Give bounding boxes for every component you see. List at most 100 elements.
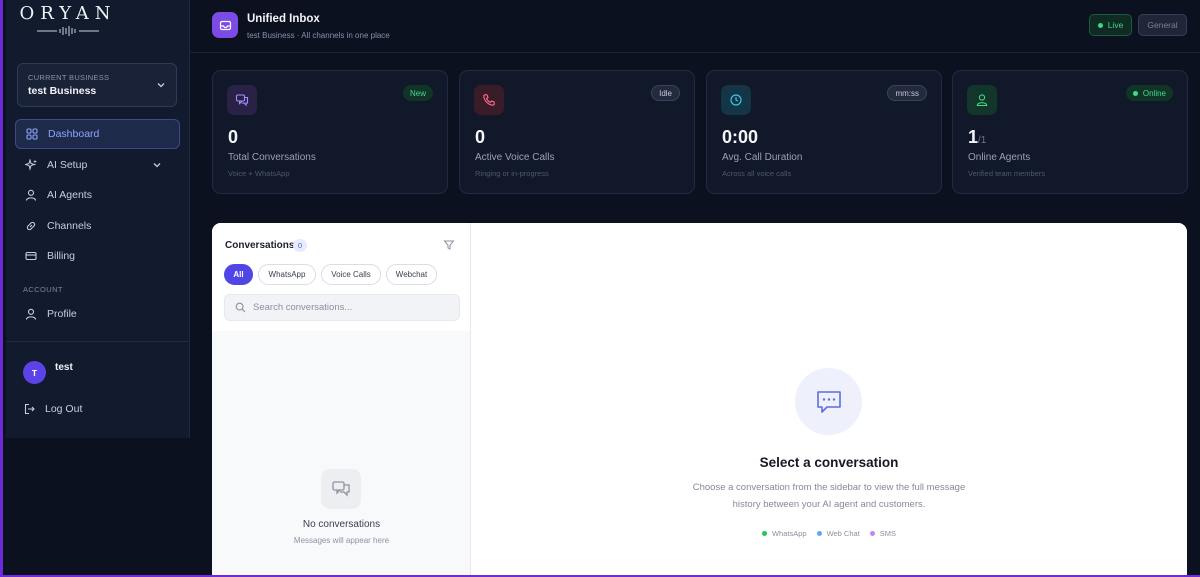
select-conversation-title: Select a conversation [759, 455, 899, 470]
logout-icon [24, 403, 35, 415]
message-bubble-icon [795, 368, 862, 435]
stat-card-total-conversations: New 0 Total Conversations Voice + WhatsA… [212, 70, 448, 194]
filter-chip-all[interactable]: All [224, 264, 253, 285]
user-name: test [55, 362, 73, 373]
legend-label: Web Chat [826, 529, 860, 538]
sidebar-item-channels[interactable]: Channels [15, 211, 180, 241]
inbox-icon [212, 12, 238, 38]
legend-item-sms: SMS [869, 529, 897, 538]
sidebar-item-dashboard[interactable]: Dashboard [15, 119, 180, 149]
search-icon [235, 302, 246, 313]
empty-chat-icon [321, 469, 361, 509]
sidebar-item-ai-setup[interactable]: AI Setup [15, 150, 180, 180]
page-title: Unified Inbox [247, 13, 320, 25]
sparkles-icon [25, 159, 37, 171]
sidebar-item-label: Dashboard [48, 128, 100, 140]
clock-icon [721, 85, 751, 115]
filter-chip-whatsapp[interactable]: WhatsApp [258, 264, 316, 285]
header-divider [190, 52, 1200, 53]
conversation-list: Conversations 0 All WhatsApp Voice Calls… [212, 223, 471, 575]
stat-sublabel: Across all voice calls [722, 169, 792, 178]
user-icon [25, 308, 37, 320]
stat-card-avg-call-duration: mm:ss 0:00 Avg. Call Duration Across all… [706, 70, 942, 194]
idle-badge: Idle [651, 85, 680, 101]
stat-value-main: 1 [968, 127, 979, 147]
stat-card-online-agents: Online 1/1 Online Agents Verified team m… [952, 70, 1188, 194]
duration-format-badge: mm:ss [887, 85, 927, 101]
user-icon [25, 189, 37, 201]
webchat-dot-icon [816, 531, 822, 536]
sidebar-item-label: AI Agents [47, 189, 92, 201]
card-icon [25, 251, 37, 261]
sidebar-item-label: Channels [47, 220, 92, 232]
empty-state-subtitle: Messages will appear here [293, 536, 390, 545]
logout-button[interactable]: Log Out [23, 403, 82, 415]
sidebar-item-label: Billing [47, 250, 76, 262]
logout-label: Log Out [45, 403, 83, 415]
filter-chip-webchat[interactable]: Webchat [386, 264, 437, 285]
stat-label: Total Conversations [228, 152, 316, 163]
live-status-badge[interactable]: Live [1089, 14, 1132, 36]
sidebar-item-label: Profile [47, 308, 77, 320]
filter-icon[interactable] [443, 239, 455, 251]
search-input[interactable] [253, 302, 453, 313]
conversations-title: Conversations [225, 240, 295, 251]
link-icon [26, 221, 36, 231]
agent-icon [967, 85, 997, 115]
logo-text: ORYAN [19, 3, 117, 24]
whatsapp-dot-icon [761, 531, 767, 536]
stat-value: 0 [475, 127, 486, 147]
conversation-detail: Select a conversation Choose a conversat… [471, 223, 1187, 575]
search-box [224, 294, 460, 321]
legend-item-whatsapp: WhatsApp [761, 529, 807, 538]
online-dot-icon [1132, 90, 1138, 96]
sidebar-divider [6, 341, 190, 342]
stat-label: Avg. Call Duration [722, 152, 803, 163]
online-badge: Online [1125, 85, 1173, 101]
stat-sublabel: Verified team members [968, 169, 1046, 178]
page-subtitle: test Business · All channels in one plac… [247, 31, 390, 40]
filter-chip-voice-calls[interactable]: Voice Calls [321, 264, 381, 285]
app-window: ORYAN CURRENT BUSINESS test Business Das… [0, 0, 1200, 577]
general-button[interactable]: General [1138, 14, 1187, 36]
stat-label: Online Agents [968, 152, 1031, 163]
channel-legend: WhatsApp Web Chat SMS [471, 529, 1187, 538]
legend-item-webchat: Web Chat [816, 529, 860, 538]
sms-dot-icon [869, 531, 875, 536]
business-selector[interactable]: CURRENT BUSINESS test Business [17, 63, 177, 107]
sidebar-item-ai-agents[interactable]: AI Agents [15, 180, 180, 210]
live-dot-icon [1097, 22, 1103, 28]
stat-label: Active Voice Calls [475, 152, 555, 163]
select-conversation-description: Choose a conversation from the sidebar t… [692, 482, 966, 510]
phone-icon [474, 85, 504, 115]
business-name: test Business [28, 85, 97, 97]
stat-value: 0 [228, 127, 239, 147]
chat-icon [227, 85, 257, 115]
live-label: Live [1107, 20, 1124, 30]
brand-logo[interactable]: ORYAN [18, 4, 118, 36]
stat-value-total: /1 [978, 135, 987, 146]
stat-value: 1/1 [968, 127, 986, 148]
stat-card-active-voice-calls: Idle 0 Active Voice Calls Ringing or in-… [459, 70, 695, 194]
sidebar-item-profile[interactable]: Profile [15, 299, 180, 329]
business-selector-label: CURRENT BUSINESS [28, 73, 110, 82]
stat-sublabel: Ringing or in-progress [475, 169, 549, 178]
grid-icon [26, 128, 38, 140]
stat-value: 0:00 [722, 127, 759, 147]
stat-sublabel: Voice + WhatsApp [228, 169, 290, 178]
chevron-down-icon [153, 163, 161, 168]
chevron-down-icon [157, 83, 165, 88]
avatar[interactable]: T [23, 361, 46, 384]
new-badge: New [402, 85, 433, 101]
sidebar-item-billing[interactable]: Billing [15, 241, 180, 271]
conversation-count-badge: 0 [293, 239, 307, 252]
legend-label: SMS [879, 529, 897, 538]
empty-state-title: No conversations [302, 519, 381, 530]
inbox-panel: Conversations 0 All WhatsApp Voice Calls… [212, 223, 1187, 575]
sidebar: ORYAN CURRENT BUSINESS test Business Das… [6, 0, 190, 438]
account-section-label: ACCOUNT [23, 285, 63, 294]
legend-label: WhatsApp [771, 529, 807, 538]
online-badge-label: Online [1142, 88, 1166, 98]
soundwave-icon [37, 26, 99, 36]
sidebar-item-label: AI Setup [47, 159, 88, 171]
